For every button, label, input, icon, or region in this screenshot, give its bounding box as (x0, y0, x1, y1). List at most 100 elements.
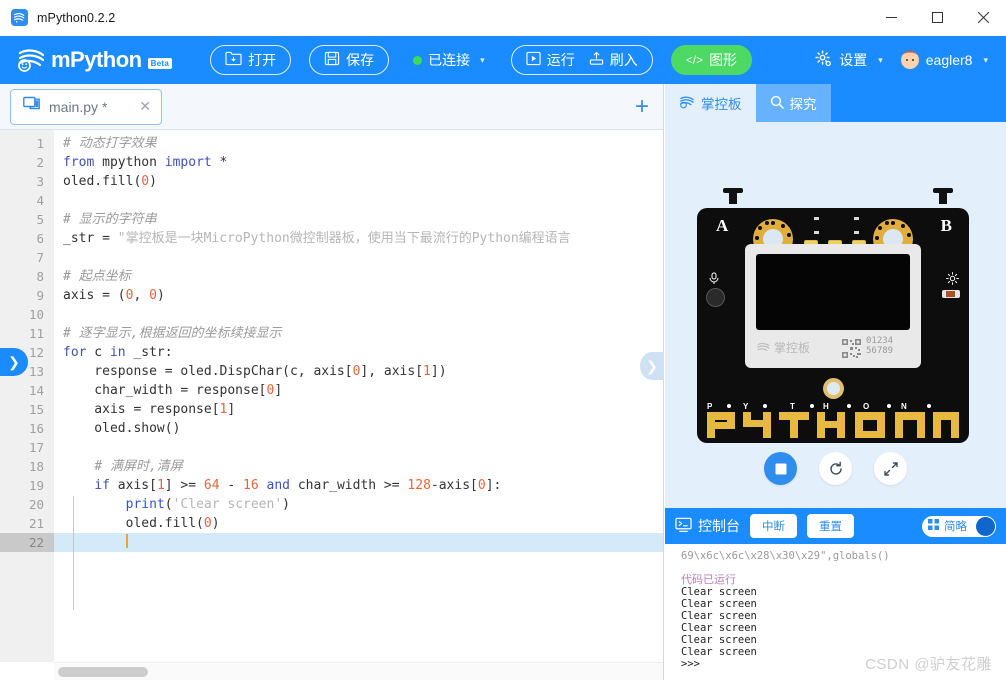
tab-board[interactable]: 掌控板 (665, 84, 756, 122)
line-number: 2 (36, 155, 44, 170)
flash-button[interactable]: 刷入 (589, 50, 638, 70)
graphic-mode-button[interactable]: </> 图形 (670, 45, 753, 75)
line-number: 11 (28, 326, 44, 341)
editor-tabstrip: main.py * ✕ + (0, 84, 663, 130)
line-number: 15 (28, 402, 44, 417)
code-line[interactable]: for c in _str: (54, 343, 663, 362)
file-tab-main-py[interactable]: main.py * ✕ (10, 88, 162, 125)
touch-button-home[interactable] (823, 378, 844, 399)
window-title-bar: mPython0.2.2 (0, 0, 1006, 36)
console-line: Clear screen (681, 598, 757, 610)
horizontal-scrollbar[interactable] (54, 662, 663, 680)
minimize-button[interactable] (868, 0, 914, 36)
line-number: 14 (28, 383, 44, 398)
text-cursor (125, 534, 128, 548)
main-body: main.py * ✕ + 1 2 3 4 5 6 7 8 9 10 11 12 13 14 15 16 17 1… (0, 84, 1006, 680)
console-line: 代码已运行 (681, 574, 736, 586)
line-number: 10 (28, 307, 44, 322)
code-editor[interactable]: 1 2 3 4 5 6 7 8 9 10 11 12 13 14 15 16 17 18 19 20 21 22 # 动态… (0, 130, 663, 680)
brief-mode-toggle[interactable]: 简略 (922, 515, 996, 537)
file-tab-close-icon[interactable]: ✕ (129, 98, 151, 115)
console-line: Clear screen (681, 634, 757, 646)
code-line[interactable]: axis = (0, 0) (54, 286, 663, 305)
maximize-button[interactable] (914, 0, 960, 36)
connection-status[interactable]: 已连接 ▾ (413, 50, 485, 70)
grid-icon (928, 517, 939, 535)
graphic-label: 图形 (709, 52, 738, 68)
reset-button[interactable] (819, 452, 852, 485)
code-line[interactable]: _str = "掌控板是一块MicroPython微控制器板，使用当下最流行的P… (54, 229, 663, 248)
line-number: 9 (36, 288, 44, 303)
code-line[interactable] (54, 438, 663, 457)
line-number: 21 (28, 516, 44, 531)
user-menu-button[interactable]: eagler8 ▾ (900, 51, 988, 69)
line-number: 16 (28, 421, 44, 436)
python-gold-traces: P Y T H O N (705, 402, 961, 438)
code-line[interactable]: # 满屏时,清屏 (54, 457, 663, 476)
pin-header-left (723, 188, 743, 204)
code-line[interactable]: oled.fill(0) (54, 172, 663, 191)
open-button[interactable]: 打开 (210, 45, 292, 75)
application-window: mPython0.2.2 mPython Beta 打开 保存 已连接 ▾ 运行… (0, 0, 1006, 680)
toggle-knob[interactable] (976, 516, 995, 536)
code-line[interactable] (54, 191, 663, 210)
save-label: 保存 (346, 52, 375, 68)
pin-header-right (933, 188, 953, 204)
mpython-logo-icon (679, 95, 695, 112)
line-number: 1 (36, 136, 44, 151)
code-line[interactable]: oled.fill(0) (54, 514, 663, 533)
code-line[interactable]: # 起点坐标 (54, 267, 663, 286)
new-tab-button[interactable]: + (635, 94, 649, 119)
chevron-down-icon: ▾ (878, 54, 883, 65)
main-toolbar: mPython Beta 打开 保存 已连接 ▾ 运行 刷入 </> 图形 设置… (0, 36, 1006, 84)
brief-mode-label: 简略 (944, 521, 967, 533)
run-flash-group[interactable]: 运行 刷入 (510, 45, 653, 75)
tab-explore[interactable]: 探究 (755, 84, 831, 122)
horizontal-scrollbar-thumb[interactable] (58, 667, 148, 677)
trace-label-p: P (707, 402, 713, 411)
console-reset-button[interactable]: 重置 (807, 514, 854, 538)
trace-label-h: H (823, 402, 829, 411)
button-b-label[interactable]: B (941, 216, 952, 236)
code-line[interactable]: from mpython import * (54, 153, 663, 172)
code-line[interactable]: # 逐字显示,根据返回的坐标续接显示 (54, 324, 663, 343)
code-line[interactable]: oled.show() (54, 419, 663, 438)
right-panel-collapse-handle[interactable]: ❯ (640, 352, 664, 380)
indent-guide (73, 496, 74, 610)
simulator-stage: A B 掌控板 01234 56789 P Y T H O N (665, 122, 1006, 508)
tab-explore-label: 探究 (789, 97, 817, 112)
line-number: 19 (28, 478, 44, 493)
search-icon (770, 95, 784, 112)
code-line[interactable] (54, 248, 663, 267)
qr-code-icon (841, 338, 862, 359)
code-line[interactable]: # 动态打字效果 (54, 134, 663, 153)
trace-label-n: N (901, 402, 907, 411)
code-line[interactable]: print('Clear screen') (54, 495, 663, 514)
line-number: 20 (28, 497, 44, 512)
button-a-label[interactable]: A (716, 216, 728, 236)
code-line[interactable]: # 显示的字符串 (54, 210, 663, 229)
line-number-gutter: 1 2 3 4 5 6 7 8 9 10 11 12 13 14 15 16 17 18 19 20 21 22 (0, 130, 54, 662)
close-button[interactable] (960, 0, 1006, 36)
settings-button[interactable]: 设置 ▾ (815, 50, 883, 70)
code-text[interactable]: # 动态打字效果 from mpython import * oled.fill(0… (54, 130, 663, 662)
microphone-icon (708, 272, 720, 288)
code-line[interactable]: axis = response[1] (54, 400, 663, 419)
run-button[interactable]: 运行 (526, 50, 575, 70)
trace-label-y: Y (743, 402, 749, 411)
code-line[interactable]: response = oled.DispChar(c, axis[0], axi… (54, 362, 663, 381)
file-tab-label: main.py (49, 98, 99, 115)
code-line[interactable] (54, 533, 663, 552)
interrupt-button[interactable]: 中断 (750, 514, 797, 538)
code-line[interactable]: char_width = response[0] (54, 381, 663, 400)
code-line[interactable]: if axis[1] >= 64 - 16 and char_width >= … (54, 476, 663, 495)
brand: mPython Beta (16, 47, 173, 73)
left-panel-expand-handle[interactable]: ❯ (0, 348, 28, 376)
play-box-icon (526, 51, 541, 69)
fullscreen-button[interactable] (874, 452, 907, 485)
save-button[interactable]: 保存 (309, 45, 390, 75)
mpython-board: A B 掌控板 01234 56789 P Y T H O N (697, 208, 969, 443)
oled-plate: 掌控板 01234 56789 (745, 244, 921, 368)
code-line[interactable] (54, 305, 663, 324)
stop-button[interactable] (764, 452, 797, 485)
